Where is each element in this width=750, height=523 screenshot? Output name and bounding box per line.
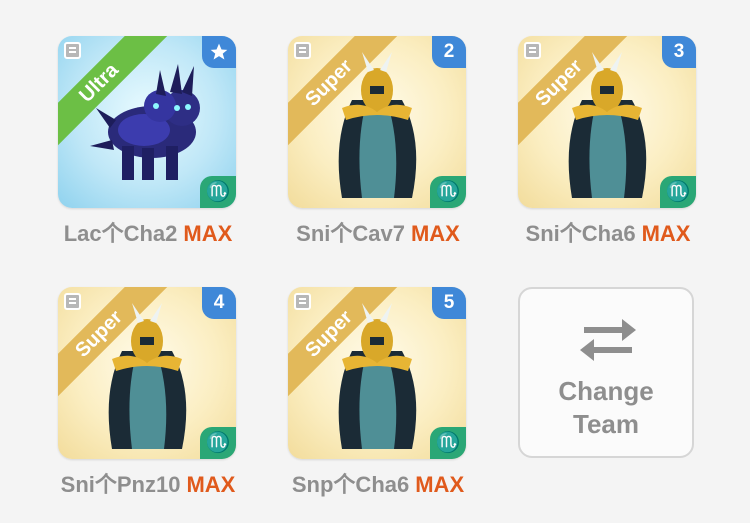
monster-slot-3[interactable]: Super 3 ♏ Sni个Cha6 MAX — [518, 36, 698, 246]
level-max: MAX — [415, 472, 465, 497]
change-team-line2: Team — [573, 409, 639, 439]
zodiac-badge: ♏ — [660, 176, 696, 208]
monster-card[interactable]: Super 3 ♏ — [518, 36, 696, 208]
level-max: MAX — [183, 221, 233, 246]
details-sheet-icon[interactable] — [64, 42, 81, 59]
monster-label: Sni个Pnz10 MAX — [38, 467, 258, 499]
details-sheet-icon[interactable] — [294, 42, 311, 59]
monster-name: Sni个Cav7 — [296, 221, 405, 246]
monster-card[interactable]: Super 4 ♏ — [58, 287, 236, 459]
monster-slot-4[interactable]: Super 4 ♏ Sni个Pnz10 MAX — [58, 287, 238, 497]
team-grid: Ultra ♏ Lac个Cha2 MAX Super 2 ♏ Sni个Cav7 … — [0, 0, 750, 523]
level-max: MAX — [186, 472, 236, 497]
monster-slot-2[interactable]: Super 2 ♏ Sni个Cav7 MAX — [288, 36, 468, 246]
zodiac-badge: ♏ — [200, 427, 236, 459]
level-max: MAX — [641, 221, 691, 246]
details-sheet-icon[interactable] — [294, 293, 311, 310]
monster-name: Lac个Cha2 — [63, 221, 178, 246]
monster-card[interactable]: Ultra ♏ — [58, 36, 236, 208]
monster-portrait — [338, 303, 417, 449]
level-max: MAX — [410, 221, 460, 246]
monster-slot-5[interactable]: Super 5 ♏ Snp个Cha6 MAX — [288, 287, 468, 497]
monster-portrait — [108, 303, 187, 449]
change-team-line1: Change — [558, 376, 654, 406]
change-team-button[interactable]: Change Team — [518, 287, 694, 458]
monster-portrait — [90, 64, 200, 180]
zodiac-badge: ♏ — [430, 427, 466, 459]
change-team-label: Change Team — [520, 375, 692, 441]
monster-name: Sni个Pnz10 — [60, 472, 181, 497]
details-sheet-icon[interactable] — [64, 293, 81, 310]
star-icon — [210, 43, 228, 60]
monster-card[interactable]: Super 5 ♏ — [288, 287, 466, 459]
monster-slot-1[interactable]: Ultra ♏ Lac个Cha2 MAX — [58, 36, 238, 246]
zodiac-badge: ♏ — [430, 176, 466, 208]
swap-arrows-icon — [580, 319, 636, 361]
monster-name: Snp个Cha6 — [291, 472, 410, 497]
zodiac-badge: ♏ — [200, 176, 236, 208]
monster-label: Sni个Cav7 MAX — [268, 216, 488, 248]
monster-label: Lac个Cha2 MAX — [38, 216, 258, 248]
monster-card[interactable]: Super 2 ♏ — [288, 36, 466, 208]
monster-name: Sni个Cha6 — [525, 221, 636, 246]
details-sheet-icon[interactable] — [524, 42, 541, 59]
monster-portrait — [568, 52, 647, 198]
monster-label: Sni个Cha6 MAX — [498, 216, 718, 248]
monster-label: Snp个Cha6 MAX — [268, 467, 488, 499]
monster-portrait — [338, 52, 417, 198]
